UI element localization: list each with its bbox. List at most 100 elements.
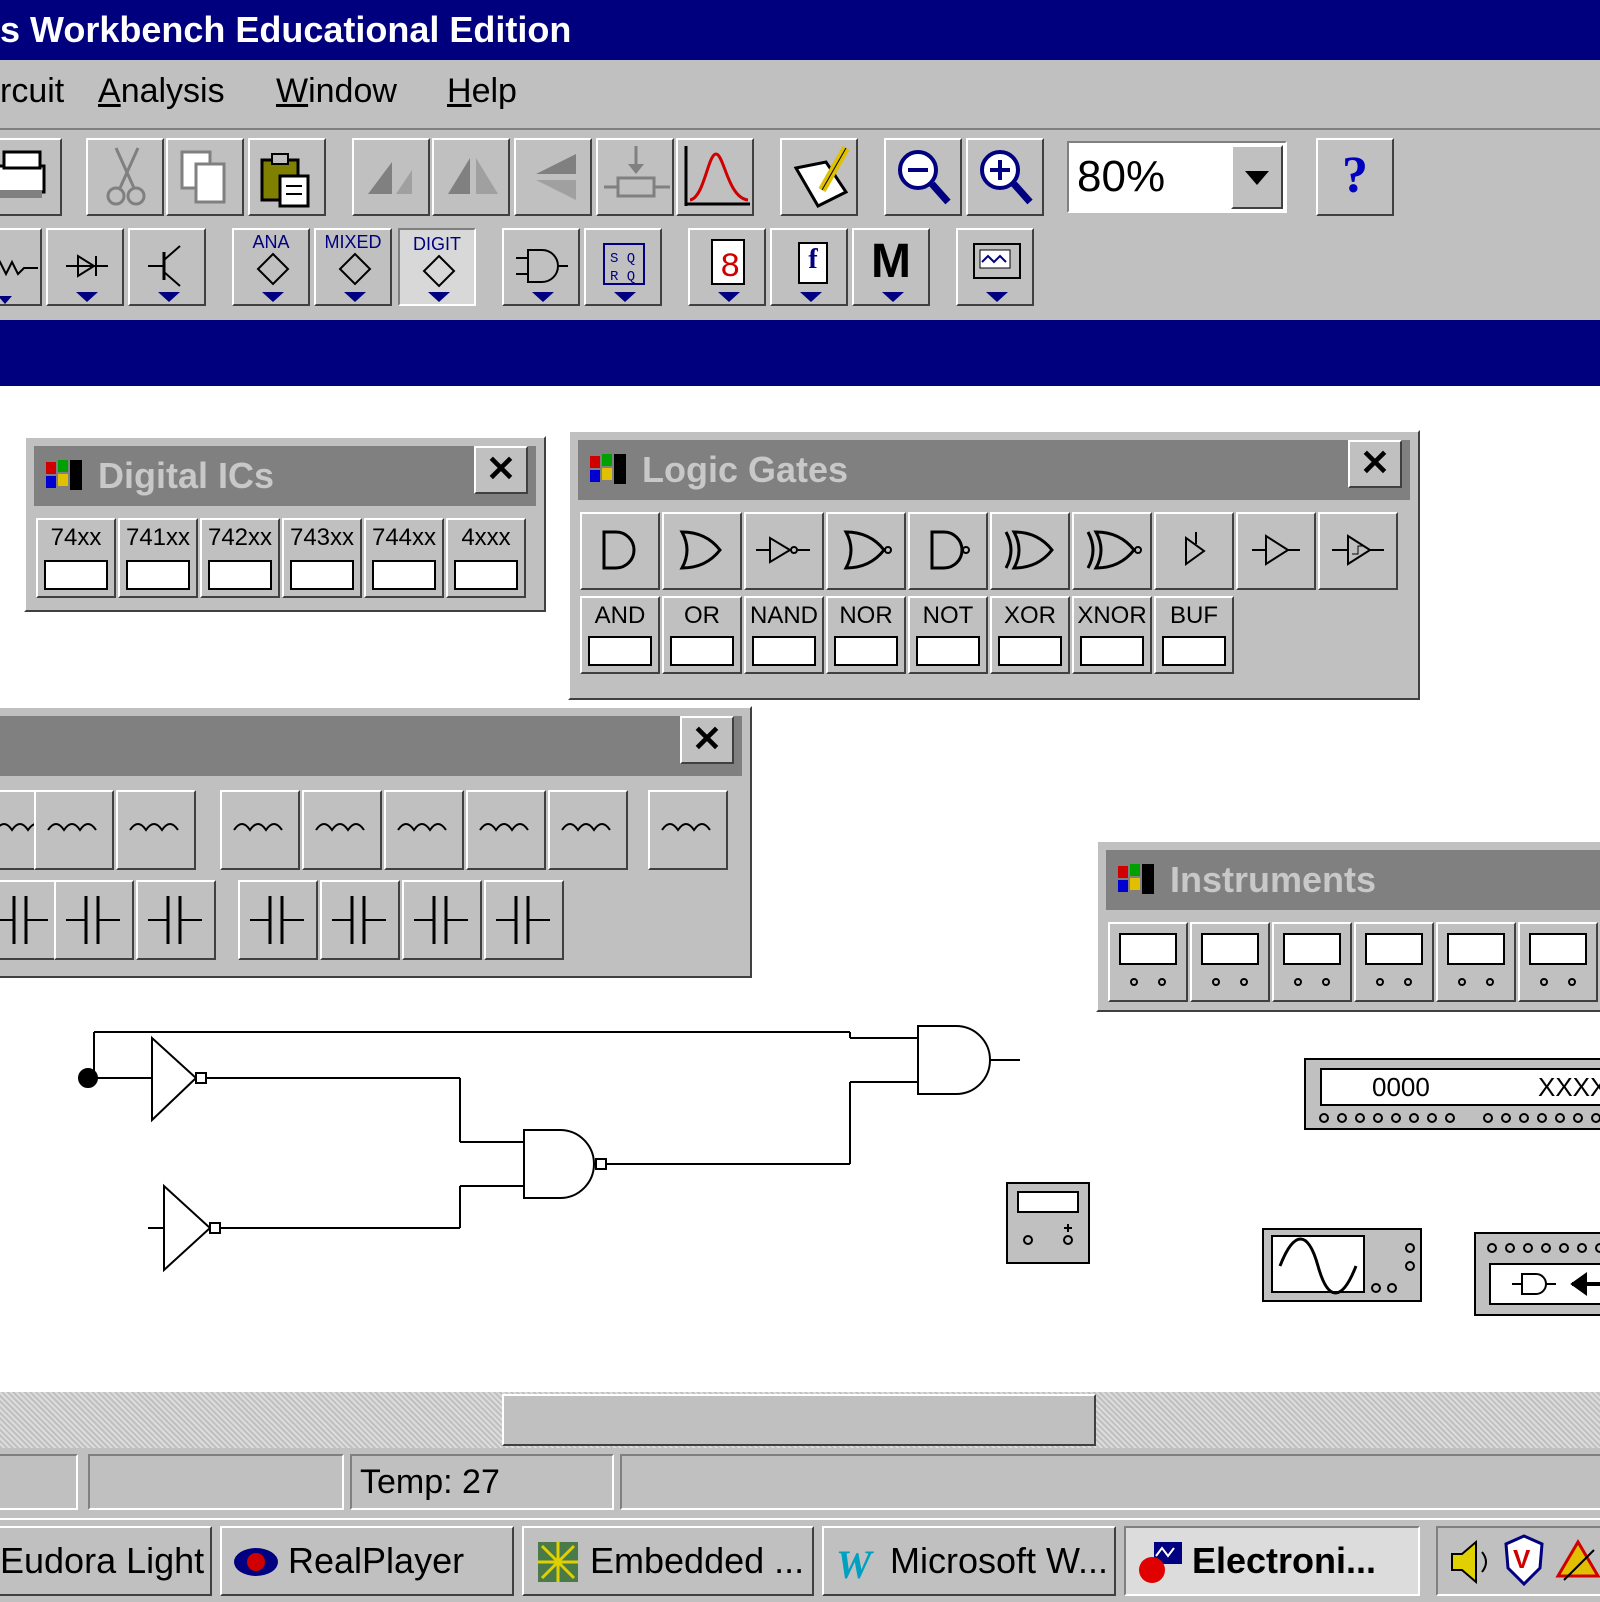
task-electronics-workbench[interactable]: Electroni... [1124, 1526, 1420, 1596]
basic-transformer-button[interactable] [116, 790, 196, 870]
bin-indicators-button[interactable]: 8 [688, 228, 766, 306]
menu-circuit[interactable]: rcuit [0, 72, 64, 111]
bin-miscellaneous-button[interactable]: M [852, 228, 930, 306]
zoom-in-button[interactable] [966, 138, 1044, 216]
horizontal-scroll-thumb[interactable] [502, 1394, 1096, 1446]
gate-ic-nor[interactable]: NOR [826, 596, 906, 674]
gate-symbol-schmitt[interactable] [1318, 512, 1398, 590]
gate-symbol-or[interactable] [662, 512, 742, 590]
not-gate-2[interactable] [163, 1183, 221, 1273]
gate-symbol-not[interactable] [744, 512, 824, 590]
digital-ic-744xx[interactable]: 744xx [364, 518, 444, 598]
status-temp: Temp: 27 [350, 1454, 614, 1510]
word-icon: W [836, 1542, 874, 1584]
basic-voltage-switch-button[interactable] [466, 790, 546, 870]
gate-symbol-xor[interactable] [990, 512, 1070, 590]
instrument-logic-analyzer-button[interactable] [1518, 922, 1598, 1002]
task-embedded[interactable]: Embedded ... [522, 1526, 814, 1596]
gate-ic-not[interactable]: NOT [908, 596, 988, 674]
bin-analog-ics-button[interactable]: ANA [232, 228, 310, 306]
basic-pull-up-resistor-button[interactable] [648, 790, 728, 870]
menu-analysis[interactable]: Analysis [98, 72, 225, 111]
basic-inductor-button[interactable] [34, 790, 114, 870]
basic-switch-button[interactable] [302, 790, 382, 870]
menu-help[interactable]: Help [447, 72, 517, 111]
gate-symbol-tristate[interactable] [1154, 512, 1234, 590]
bin-digital-button[interactable]: S Q R Q [584, 228, 662, 306]
help-button[interactable]: ? [1316, 138, 1394, 216]
basic-variable-capacitor-button[interactable] [136, 880, 216, 960]
antivirus-shield-icon[interactable]: V [1502, 1534, 1546, 1588]
description-button[interactable] [780, 138, 858, 216]
basic-magnetic-core-button[interactable] [320, 880, 400, 960]
task-realplayer[interactable]: RealPlayer [220, 1526, 514, 1596]
instrument-function-generator-button[interactable] [1190, 922, 1270, 1002]
network-tray-icon[interactable] [1554, 1536, 1600, 1586]
gate-ic-xor[interactable]: XOR [990, 596, 1070, 674]
bin-logic-gates-button[interactable] [502, 228, 580, 306]
gate-symbol-nand[interactable] [908, 512, 988, 590]
zoom-dropdown-button[interactable] [1231, 145, 1283, 209]
rotate-button[interactable] [352, 138, 430, 216]
basic-capacitor-partial-button[interactable] [0, 880, 62, 960]
instrument-bode-plotter-button[interactable] [1354, 922, 1434, 1002]
copy-button[interactable] [166, 138, 244, 216]
bin-instruments-button[interactable] [956, 228, 1034, 306]
menu-window[interactable]: Window [276, 72, 397, 111]
bin-diodes-button[interactable] [46, 228, 124, 306]
task-microsoft-word[interactable]: W Microsoft W... [822, 1526, 1116, 1596]
instrument-word-generator-button[interactable] [1436, 922, 1516, 1002]
paste-button[interactable] [248, 138, 326, 216]
gate-ic-buf[interactable]: BUF [1154, 596, 1234, 674]
nand-gate[interactable] [523, 1129, 607, 1199]
gate-ic-xnor[interactable]: XNOR [1072, 596, 1152, 674]
word-generator[interactable]: 0000 XXXX [1304, 1058, 1600, 1130]
digital-ic-4xxx[interactable]: 4xxx [446, 518, 526, 598]
bin-sources-button[interactable] [0, 228, 42, 306]
basic-time-delay-switch-button[interactable] [384, 790, 464, 870]
palette-logic-gates-close-button[interactable]: ✕ [1348, 440, 1402, 488]
oscilloscope[interactable] [1262, 1228, 1422, 1302]
speaker-icon[interactable] [1446, 1536, 1494, 1588]
basic-current-switch-button[interactable] [548, 790, 628, 870]
task-eudora[interactable]: Eudora Light [0, 1526, 212, 1596]
multimeter[interactable] [1006, 1182, 1090, 1264]
and-gate[interactable] [917, 1025, 991, 1095]
flip-horizontal-button[interactable] [432, 138, 510, 216]
gate-symbol-and[interactable] [580, 512, 660, 590]
logic-converter[interactable] [1474, 1232, 1600, 1316]
not-gate-1[interactable] [151, 1035, 207, 1123]
bin-controls-button[interactable]: f [770, 228, 848, 306]
gate-symbol-buffer[interactable] [1236, 512, 1316, 590]
graph-button[interactable] [676, 138, 754, 216]
instrument-oscilloscope-button[interactable] [1272, 922, 1352, 1002]
palette-basic-close-button[interactable]: ✕ [680, 716, 734, 764]
digital-ic-742xx[interactable]: 742xx [200, 518, 280, 598]
gate-ic-and[interactable]: AND [580, 596, 660, 674]
gate-ic-or[interactable]: OR [662, 596, 742, 674]
print-button[interactable] [0, 138, 62, 216]
basic-coreless-transformer-button[interactable] [484, 880, 564, 960]
basic-relay-button[interactable] [220, 790, 300, 870]
basic-nonlinear-transformer-button[interactable] [402, 880, 482, 960]
gate-symbol-nor[interactable] [826, 512, 906, 590]
flip-vertical-button[interactable] [514, 138, 592, 216]
digital-ic-743xx[interactable]: 743xx [282, 518, 362, 598]
zoom-out-button[interactable] [884, 138, 962, 216]
digital-ic-74xx[interactable]: 74xx [36, 518, 116, 598]
gate-symbol-xnor[interactable] [1072, 512, 1152, 590]
palette-digital-ics-close-button[interactable]: ✕ [474, 446, 528, 494]
diode-icon [66, 254, 108, 302]
basic-capacitor-button[interactable] [54, 880, 134, 960]
zoom-select[interactable]: 80% [1067, 141, 1287, 213]
component-properties-button[interactable] [596, 138, 674, 216]
bin-transistors-button[interactable] [128, 228, 206, 306]
digital-ic-741xx[interactable]: 741xx [118, 518, 198, 598]
bin-digital-ics-button[interactable]: DIGIT [398, 228, 476, 306]
gate-ic-nand[interactable]: NAND [744, 596, 824, 674]
digital-ic-741xx-label: 741xx [125, 524, 191, 551]
bin-mixed-ics-button[interactable]: MIXED [314, 228, 392, 306]
basic-potentiometer-button[interactable] [238, 880, 318, 960]
instrument-multimeter-button[interactable] [1108, 922, 1188, 1002]
cut-button[interactable] [86, 138, 164, 216]
